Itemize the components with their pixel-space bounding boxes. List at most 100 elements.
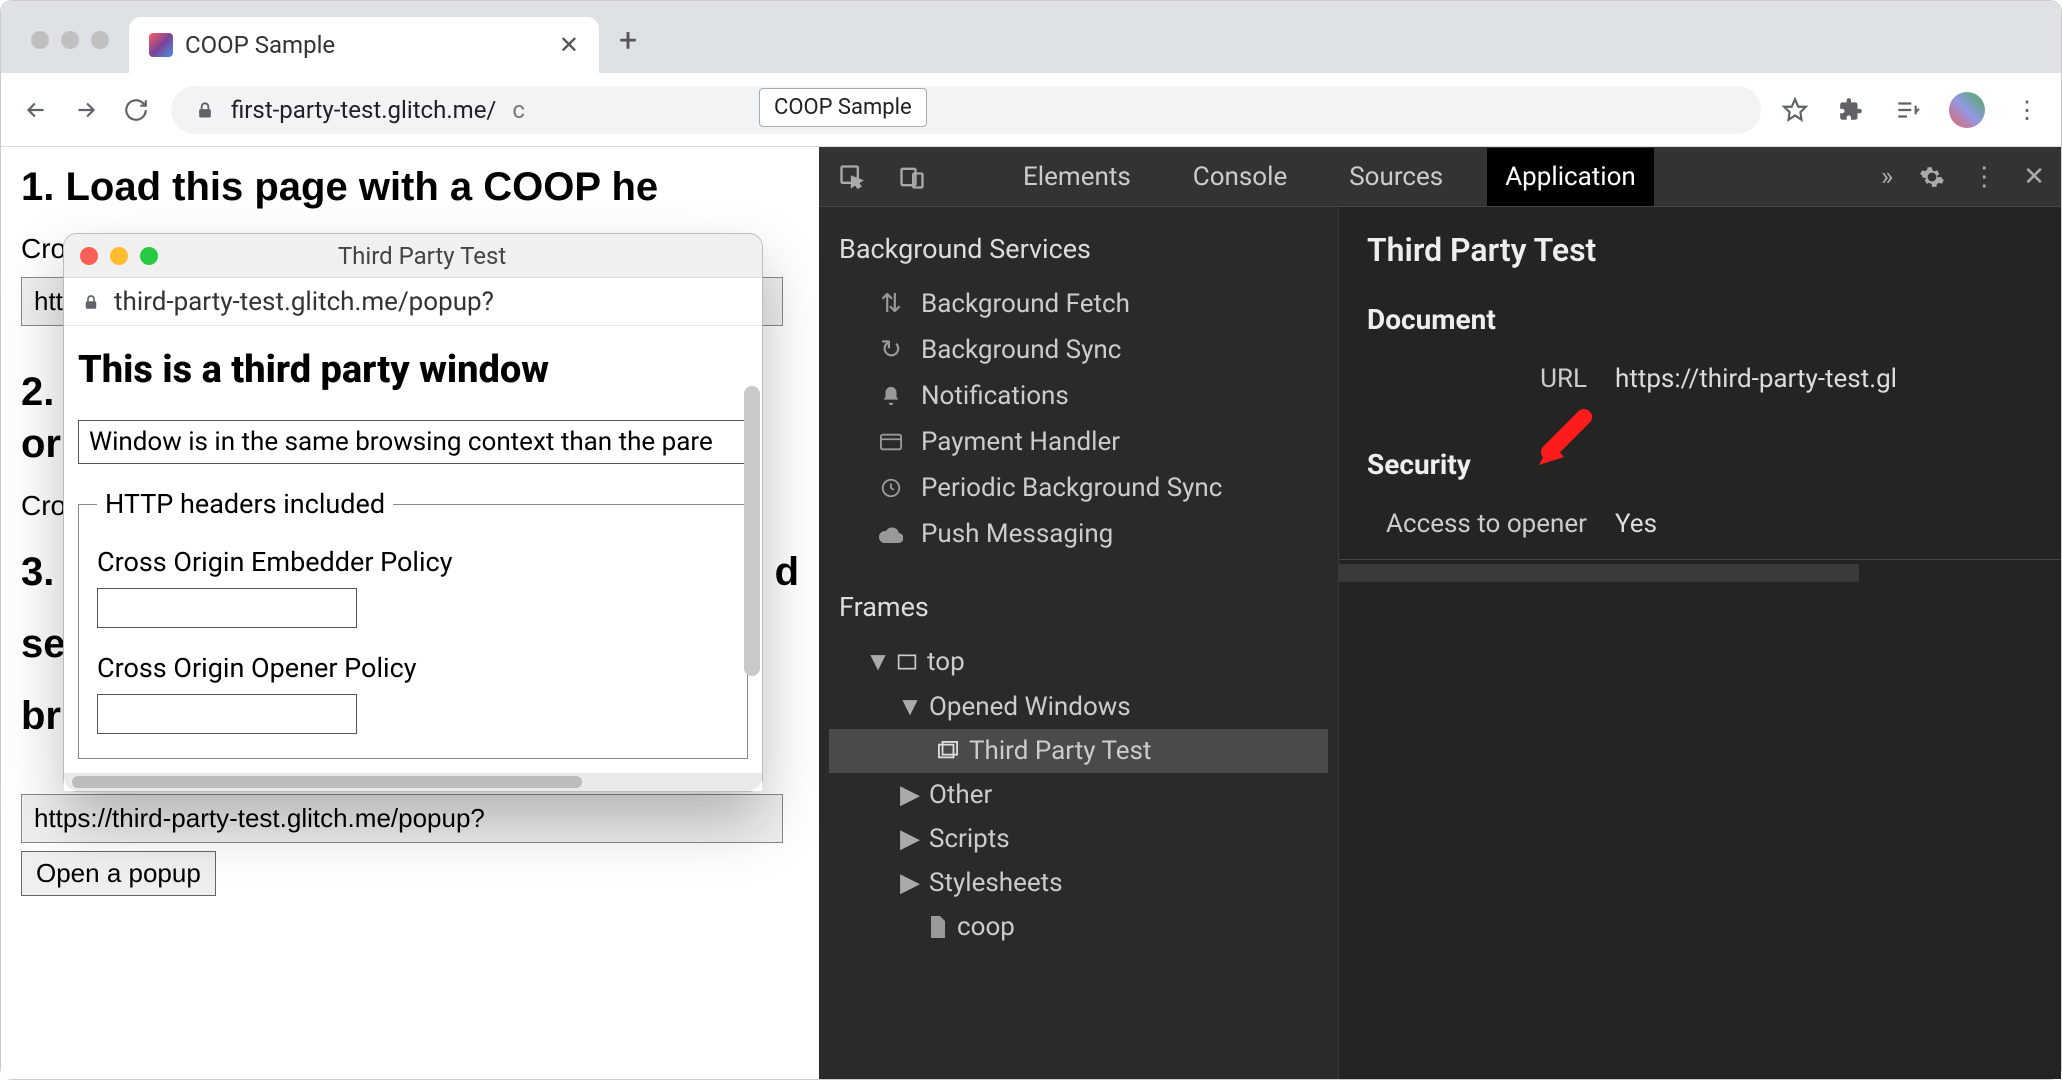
card-icon	[877, 428, 905, 456]
browser-tabstrip: COOP Sample ✕ +	[1, 1, 2061, 73]
sidebar-item-notifications[interactable]: Notifications	[829, 373, 1328, 419]
tree-label: Scripts	[929, 824, 1010, 854]
devtools-tabbar: Elements Console Sources Application » ⋮…	[819, 147, 2061, 207]
url-tooltip: COOP Sample	[759, 88, 927, 127]
popup-traffic-lights	[80, 247, 158, 265]
menu-icon[interactable]: ⋮	[2013, 96, 2041, 124]
sidebar-item-payment[interactable]: Payment Handler	[829, 419, 1328, 465]
tab-close-icon[interactable]: ✕	[559, 31, 579, 59]
popup-horizontal-scrollbar[interactable]	[64, 773, 762, 791]
tab-favicon	[149, 33, 173, 57]
address-host: first-party-test.glitch.me/	[231, 96, 496, 124]
lock-icon	[195, 99, 215, 121]
coop-label: Cross Origin Opener Policy	[97, 652, 729, 684]
devtools-main: Third Party Test Document URL https://th…	[1339, 207, 2061, 1079]
annotation-arrow-icon	[1529, 407, 1599, 477]
tab-elements[interactable]: Elements	[1005, 148, 1149, 206]
settings-icon[interactable]	[1919, 164, 1945, 190]
coep-input[interactable]	[97, 588, 357, 628]
headers-legend: HTTP headers included	[97, 488, 393, 520]
reading-list-icon[interactable]	[1893, 96, 1921, 124]
new-tab-button[interactable]: +	[599, 21, 657, 73]
access-opener-label: Access to opener	[1367, 509, 1587, 539]
page-heading-3-tail: d	[775, 546, 799, 598]
cloud-icon	[877, 520, 905, 548]
browser-tab[interactable]: COOP Sample ✕	[129, 17, 599, 73]
security-heading: Security	[1367, 448, 2033, 481]
tree-stylesheets[interactable]: ▶Stylesheets	[829, 861, 1328, 905]
popup-close-dot[interactable]	[80, 247, 98, 265]
scrollbar-thumb[interactable]	[72, 776, 582, 788]
file-icon	[929, 916, 947, 938]
sidebar-item-bg-sync[interactable]: ↻ Background Sync	[829, 327, 1328, 373]
popup-url: third-party-test.glitch.me/popup?	[114, 287, 494, 317]
tree-opened-windows[interactable]: ▼Opened Windows	[829, 684, 1328, 729]
device-toggle-icon[interactable]	[895, 160, 929, 194]
popup-maximize-dot[interactable]	[140, 247, 158, 265]
popup-url-input[interactable]	[21, 794, 783, 843]
star-icon[interactable]	[1781, 96, 1809, 124]
url-label: URL	[1367, 364, 1587, 394]
tree-label: Opened Windows	[929, 692, 1131, 722]
sidebar-item-label: Notifications	[921, 381, 1069, 411]
tree-other[interactable]: ▶ Other	[829, 773, 1328, 817]
window-close-dot[interactable]	[31, 31, 49, 49]
tree-label: Other	[929, 780, 992, 810]
tab-title: COOP Sample	[185, 31, 547, 59]
close-devtools-icon[interactable]: ✕	[2023, 162, 2045, 192]
inspect-icon[interactable]	[835, 160, 869, 194]
tab-application[interactable]: Application	[1487, 148, 1654, 206]
devtools-sidebar: Background Services ⇅Background Fetch ↻B…	[819, 207, 1339, 1079]
chevron-right-icon: ▶	[901, 824, 919, 854]
page-heading-3: 3.	[21, 546, 54, 598]
document-heading: Document	[1367, 303, 2033, 336]
popup-address-bar[interactable]: third-party-test.glitch.me/popup?	[64, 278, 762, 326]
forward-button[interactable]	[71, 95, 101, 125]
extensions-icon[interactable]	[1837, 96, 1865, 124]
divider	[1339, 559, 2061, 560]
tree-coop[interactable]: coop	[829, 905, 1328, 949]
popup-titlebar[interactable]: Third Party Test	[64, 234, 762, 278]
sidebar-item-label: Background Sync	[921, 335, 1121, 365]
exchange-icon: ⇅	[877, 290, 905, 318]
devtools-panel: Elements Console Sources Application » ⋮…	[819, 147, 2061, 1079]
tree-third-party[interactable]: Third Party Test	[829, 729, 1328, 773]
sidebar-item-bg-fetch[interactable]: ⇅ Background Fetch	[829, 281, 1328, 327]
sidebar-section-frames: Frames	[839, 591, 1318, 623]
sidebar-item-label: Background Fetch	[921, 289, 1130, 319]
tab-sources[interactable]: Sources	[1331, 148, 1461, 206]
headers-fieldset: HTTP headers included Cross Origin Embed…	[78, 488, 748, 759]
scrollbar-thumb[interactable]	[1339, 564, 1859, 582]
chevron-right-icon: ▶	[901, 780, 919, 810]
tab-console[interactable]: Console	[1175, 148, 1305, 206]
window-minimize-dot[interactable]	[61, 31, 79, 49]
sidebar-item-label: Payment Handler	[921, 427, 1120, 457]
popup-title: Third Party Test	[158, 242, 686, 270]
window-traffic-lights	[11, 31, 129, 73]
coop-input[interactable]	[97, 694, 357, 734]
page-heading-1: 1. Load this page with a COOP he	[21, 161, 799, 213]
sync-icon: ↻	[877, 336, 905, 364]
profile-avatar[interactable]	[1949, 92, 1985, 128]
window-maximize-dot[interactable]	[91, 31, 109, 49]
chevron-down-icon: ▼	[869, 646, 887, 677]
tree-scripts[interactable]: ▶ Scripts	[829, 817, 1328, 861]
popup-heading: This is a third party window	[78, 348, 748, 392]
popup-vertical-scrollbar[interactable]	[744, 386, 760, 676]
back-button[interactable]	[21, 95, 51, 125]
tree-label: Stylesheets	[929, 868, 1063, 898]
sidebar-item-push[interactable]: Push Messaging	[829, 511, 1328, 557]
address-bar[interactable]: first-party-test.glitch.me/c COOP Sample	[171, 86, 1761, 134]
sidebar-item-label: Push Messaging	[921, 519, 1113, 549]
reload-button[interactable]	[121, 95, 151, 125]
sidebar-item-periodic[interactable]: Periodic Background Sync	[829, 465, 1328, 511]
open-popup-button[interactable]: Open a popup	[21, 851, 216, 896]
tree-top[interactable]: ▼top	[829, 639, 1328, 684]
more-tabs-icon[interactable]: »	[1881, 162, 1893, 192]
frame-title: Third Party Test	[1367, 231, 2033, 269]
tree-label: coop	[957, 912, 1015, 942]
bell-icon	[877, 382, 905, 410]
coep-label: Cross Origin Embedder Policy	[97, 546, 729, 578]
popup-minimize-dot[interactable]	[110, 247, 128, 265]
kebab-icon[interactable]: ⋮	[1971, 162, 1997, 192]
